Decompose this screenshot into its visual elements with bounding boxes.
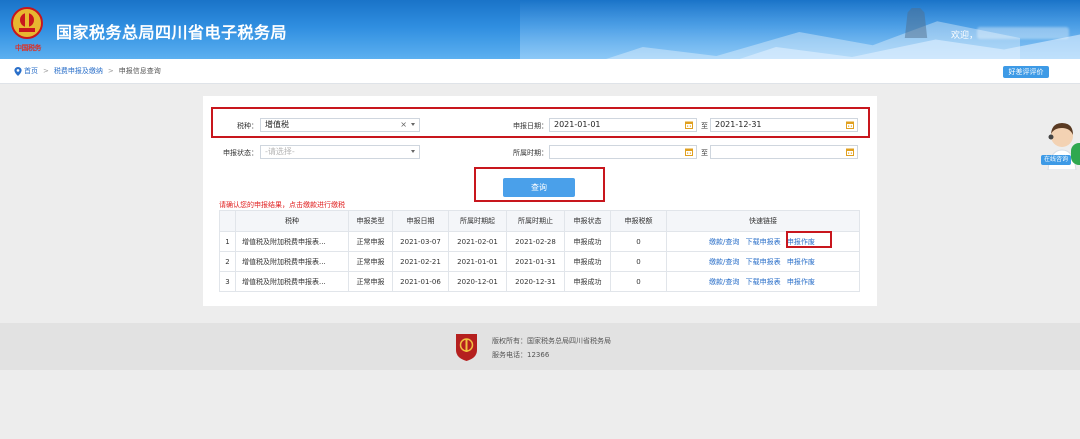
site-header: 中国税务 国家税务总局四川省电子税务局 欢迎， [0, 0, 1080, 59]
col-status: 申报状态 [564, 210, 611, 232]
breadcrumb-tax-filing[interactable]: 税费申报及缴纳 [54, 66, 103, 76]
col-period-end: 所属时期止 [506, 210, 565, 232]
highlight-box-query [474, 167, 605, 202]
highlight-box-filters [211, 107, 870, 138]
col-links: 快速链接 [666, 210, 860, 232]
hint-text: 请确认您的申报结果，点击缴款进行缴税 [219, 201, 345, 209]
calendar-icon[interactable] [846, 148, 854, 156]
download-form-link[interactable]: 下载申报表 [746, 238, 781, 246]
tax-shield-logo-icon [456, 334, 477, 361]
breadcrumb-home[interactable]: 首页 [24, 66, 38, 76]
table-row: 1 增值税及附加税费申报表... 正常申报 2021-03-07 2021-02… [219, 231, 860, 252]
col-index [219, 210, 236, 232]
footer-copyright: 版权所有：国家税务总局四川省税务局 [492, 337, 611, 345]
void-declaration-link[interactable]: 申报作废 [787, 278, 815, 286]
welcome-text: 欢迎， [951, 31, 979, 41]
breadcrumb-bar: 首页 > 税费申报及缴纳 > 申报信息查询 [0, 59, 1080, 84]
col-date: 申报日期 [392, 210, 449, 232]
rate-button[interactable]: 好差评评价 [1003, 66, 1049, 78]
chevron-down-icon [411, 150, 415, 153]
void-declaration-link[interactable]: 申报作废 [787, 258, 815, 266]
download-form-link[interactable]: 下载申报表 [746, 278, 781, 286]
calendar-icon[interactable] [685, 148, 693, 156]
pay-query-link[interactable]: 缴款/查询 [709, 258, 739, 266]
site-footer: 版权所有：国家税务总局四川省税务局 服务电话：12366 [0, 323, 1080, 370]
col-amount: 申报税额 [610, 210, 667, 232]
col-type: 申报类型 [348, 210, 393, 232]
breadcrumb-current: 申报信息查询 [118, 67, 161, 75]
period-to-label: 至 [701, 149, 708, 157]
status-label: 申报状态： [223, 149, 258, 157]
emblem-text: 中国税务 [15, 43, 42, 52]
username-blurred [977, 27, 1069, 39]
period-from-input[interactable] [549, 145, 697, 159]
pay-query-link[interactable]: 缴款/查询 [709, 238, 739, 246]
location-pin-icon [14, 66, 22, 76]
status-select[interactable]: -请选择- [260, 145, 420, 159]
site-title: 国家税务总局四川省电子税务局 [56, 23, 288, 42]
download-form-link[interactable]: 下载申报表 [746, 258, 781, 266]
col-period-start: 所属时期起 [448, 210, 507, 232]
period-to-input[interactable] [710, 145, 858, 159]
period-label: 所属时期： [513, 149, 548, 157]
online-service-label[interactable]: 在线咨询 [1041, 155, 1071, 165]
pay-query-link[interactable]: 缴款/查询 [709, 278, 739, 286]
table-row: 2 增值税及附加税费申报表... 正常申报 2021-02-21 2021-01… [219, 251, 860, 272]
footer-phone: 服务电话：12366 [492, 351, 550, 359]
col-tax: 税种 [235, 210, 349, 232]
breadcrumb: 首页 > 税费申报及缴纳 > 申报信息查询 [14, 66, 161, 76]
tax-emblem-icon [11, 7, 43, 39]
highlight-box-void [786, 231, 832, 248]
table-header-row: 税种 申报类型 申报日期 所属时期起 所属时期止 申报状态 申报税额 快速链接 [219, 210, 860, 232]
table-row: 3 增值税及附加税费申报表... 正常申报 2021-01-06 2020-12… [219, 271, 860, 292]
results-table: 税种 申报类型 申报日期 所属时期起 所属时期止 申报状态 申报税额 快速链接 … [219, 210, 860, 292]
online-service-badge[interactable] [1071, 143, 1080, 165]
